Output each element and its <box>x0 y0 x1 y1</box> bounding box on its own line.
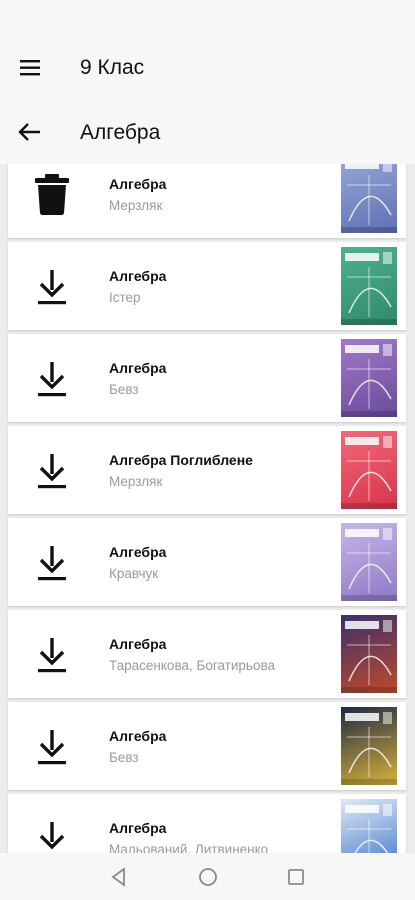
book-cover-thumbnail <box>341 339 397 417</box>
book-list-item[interactable]: Алгебра Мальований, Литвиненко <box>8 794 406 853</box>
book-list-item[interactable]: Алгебра Поглиблене Мерзляк <box>8 426 406 514</box>
section-header: Алгебра <box>0 100 415 164</box>
book-list[interactable]: Алгебра Мерзляк Алгебра Істер Алгебра Бевз Алг… <box>0 164 415 853</box>
download-icon[interactable] <box>30 264 74 308</box>
book-title: Алгебра <box>109 636 167 652</box>
download-icon[interactable] <box>30 356 74 400</box>
book-author: Мерзляк <box>109 474 163 489</box>
book-title: Алгебра <box>109 820 167 836</box>
book-title: Алгебра <box>109 544 167 560</box>
download-icon[interactable] <box>30 448 74 492</box>
nav-back-triangle-icon[interactable] <box>107 865 131 889</box>
page-title: 9 Клас <box>80 56 145 79</box>
book-cover-thumbnail <box>341 707 397 785</box>
trash-icon[interactable] <box>30 172 74 216</box>
download-icon[interactable] <box>30 724 74 768</box>
book-author: Тарасенкова, Богатирьова <box>109 658 275 673</box>
book-title: Алгебра <box>109 360 167 376</box>
download-icon[interactable] <box>30 540 74 584</box>
book-title: Алгебра <box>109 176 167 192</box>
nav-home-circle-icon[interactable] <box>196 865 220 889</box>
book-author: Мальований, Литвиненко <box>109 842 269 853</box>
book-title: Алгебра Поглиблене <box>109 452 253 468</box>
book-list-item[interactable]: Алгебра Бевз <box>8 334 406 422</box>
book-list-item[interactable]: Алгебра Тарасенкова, Богатирьова <box>8 610 406 698</box>
book-author: Мерзляк <box>109 198 163 213</box>
system-navigation-bar <box>0 853 415 900</box>
book-author: Кравчук <box>109 566 159 581</box>
book-list-item[interactable]: Алгебра Істер <box>8 242 406 330</box>
book-cover-thumbnail <box>341 615 397 693</box>
book-cover-thumbnail <box>341 523 397 601</box>
app-top-bar: 9 Клас <box>0 0 415 100</box>
book-list-item[interactable]: Алгебра Бевз <box>8 702 406 790</box>
download-icon[interactable] <box>30 632 74 676</box>
nav-recents-square-icon[interactable] <box>284 865 308 889</box>
download-icon[interactable] <box>30 816 74 853</box>
book-cover-thumbnail <box>341 799 397 853</box>
book-cover-thumbnail <box>341 164 397 233</box>
book-cover-thumbnail <box>341 431 397 509</box>
section-title: Алгебра <box>80 121 161 144</box>
book-list-item[interactable]: Алгебра Кравчук <box>8 518 406 606</box>
book-author: Бевз <box>109 750 139 765</box>
arrow-back-icon[interactable] <box>16 120 46 144</box>
book-title: Алгебра <box>109 728 167 744</box>
book-author: Істер <box>109 290 141 305</box>
book-title: Алгебра <box>109 268 167 284</box>
book-list-item[interactable]: Алгебра Мерзляк <box>8 164 406 238</box>
book-cover-thumbnail <box>341 247 397 325</box>
book-author: Бевз <box>109 382 139 397</box>
hamburger-menu-icon[interactable] <box>18 57 44 79</box>
